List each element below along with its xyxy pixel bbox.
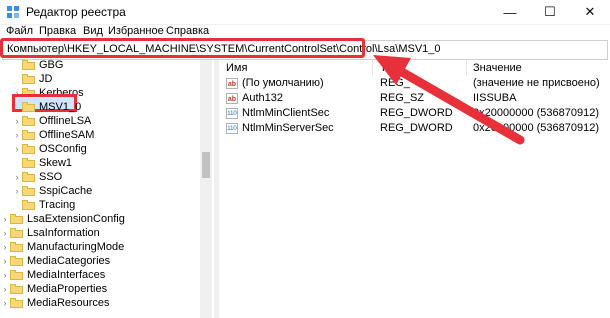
title-bar: Редактор реестра — ☐ ✕ [0, 0, 610, 25]
value-data: 0x20000000 (536870912) [473, 107, 600, 119]
column-header-name[interactable]: Имя [226, 60, 247, 76]
window-title: Редактор реестра [26, 5, 126, 19]
maximize-button[interactable]: ☐ [530, 0, 570, 24]
value-name[interactable]: (По умолчанию) [242, 77, 324, 91]
value-type: REG_DWORD [380, 122, 453, 134]
address-highlight-box [0, 38, 365, 58]
expand-chevron-icon[interactable]: › [12, 172, 22, 182]
folder-open-icon [22, 101, 36, 112]
tree-scrollbar[interactable] [200, 60, 212, 318]
value-type: REG_DWORD [380, 107, 453, 119]
close-button[interactable]: ✕ [570, 0, 610, 24]
menu-edit[interactable]: Правка [39, 25, 76, 37]
expand-chevron-icon[interactable]: › [0, 270, 10, 280]
key-tree-rows: MSV1_0 › OfflineLSA › OfflineSAM › OSCon… [0, 60, 215, 318]
string-value-icon: ab [226, 78, 238, 89]
tree-item-offlinesam[interactable]: › OfflineSAM [12, 127, 95, 142]
dword-value-icon: 110 [226, 123, 238, 134]
tree-item-sso[interactable]: › SSO [12, 169, 63, 184]
menu-file[interactable]: Файл [6, 25, 33, 37]
value-type: REG_ [380, 77, 410, 89]
tree-item-mediaresources[interactable]: › MediaResources [0, 295, 110, 310]
menu-favorites[interactable]: Избранное [108, 25, 164, 37]
value-name[interactable]: Auth132 [242, 92, 283, 106]
folder-icon [10, 297, 24, 308]
column-header-data[interactable]: Значение [473, 60, 522, 76]
string-value-icon: ab [226, 93, 238, 104]
minimize-button[interactable]: — [490, 0, 530, 24]
folder-icon [10, 255, 24, 266]
folder-icon [10, 227, 24, 238]
expand-chevron-icon[interactable]: › [0, 214, 10, 224]
folder-icon [22, 171, 36, 182]
expand-chevron-icon[interactable]: › [0, 242, 10, 252]
tree-item-mediainterfaces[interactable]: › MediaInterfaces [0, 267, 106, 282]
column-header-type[interactable]: Тип [380, 60, 440, 76]
tree-scrollbar-thumb[interactable] [202, 152, 210, 178]
menu-help[interactable]: Справка [166, 25, 209, 37]
value-data: 0x20000000 (536870912) [473, 122, 600, 134]
tree-item-sspicache[interactable]: › SspiCache [12, 183, 93, 198]
value-type: REG_SZ [380, 92, 425, 104]
folder-icon [10, 269, 24, 280]
value-data: IISSUBA [473, 92, 517, 104]
folder-icon [22, 157, 36, 168]
folder-icon [10, 241, 24, 252]
expand-chevron-icon[interactable]: › [0, 284, 10, 294]
tree-item-lsaextensionconfig[interactable]: › LsaExtensionConfig [0, 211, 125, 226]
value-name[interactable]: NtlmMinServerSec [242, 122, 334, 136]
expand-chevron-icon[interactable]: › [0, 298, 10, 308]
tree-item-tracing[interactable]: Tracing [12, 197, 75, 212]
folder-icon [22, 129, 36, 140]
tree-item-osconfig[interactable]: › OSConfig [12, 141, 87, 156]
column-separator[interactable] [372, 60, 373, 76]
folder-icon [22, 199, 36, 210]
folder-icon [22, 115, 36, 126]
value-name[interactable]: NtlmMinClientSec [242, 107, 329, 121]
expand-chevron-icon[interactable]: › [12, 130, 22, 140]
menu-view[interactable]: Вид [83, 25, 103, 37]
expand-chevron-icon[interactable]: › [0, 256, 10, 266]
tree-item-lsainformation[interactable]: › LsaInformation [0, 225, 100, 240]
tree-item-mediacategories[interactable]: › MediaCategories [0, 253, 111, 268]
regedit-app-icon [7, 6, 19, 18]
folder-icon [10, 283, 24, 294]
folder-icon [22, 185, 36, 196]
tree-item-mediaproperties[interactable]: › MediaProperties [0, 281, 108, 296]
folder-icon [22, 143, 36, 154]
expand-chevron-icon[interactable]: › [12, 186, 22, 196]
tree-item-msv1-0[interactable]: MSV1_0 [12, 99, 81, 114]
value-data: (значение не присвоено) [473, 77, 600, 89]
dword-value-icon: 110 [226, 108, 238, 119]
expand-chevron-icon[interactable]: › [0, 228, 10, 238]
tree-item-manufacturingmode[interactable]: › ManufacturingMode [0, 239, 125, 254]
expand-chevron-icon[interactable]: › [12, 116, 22, 126]
expand-chevron-icon[interactable]: › [12, 144, 22, 154]
tree-item-offlinelsa[interactable]: › OfflineLSA [12, 113, 92, 128]
tree-item-skew1[interactable]: Skew1 [12, 155, 72, 170]
column-separator[interactable] [466, 60, 467, 76]
folder-icon [10, 213, 24, 224]
